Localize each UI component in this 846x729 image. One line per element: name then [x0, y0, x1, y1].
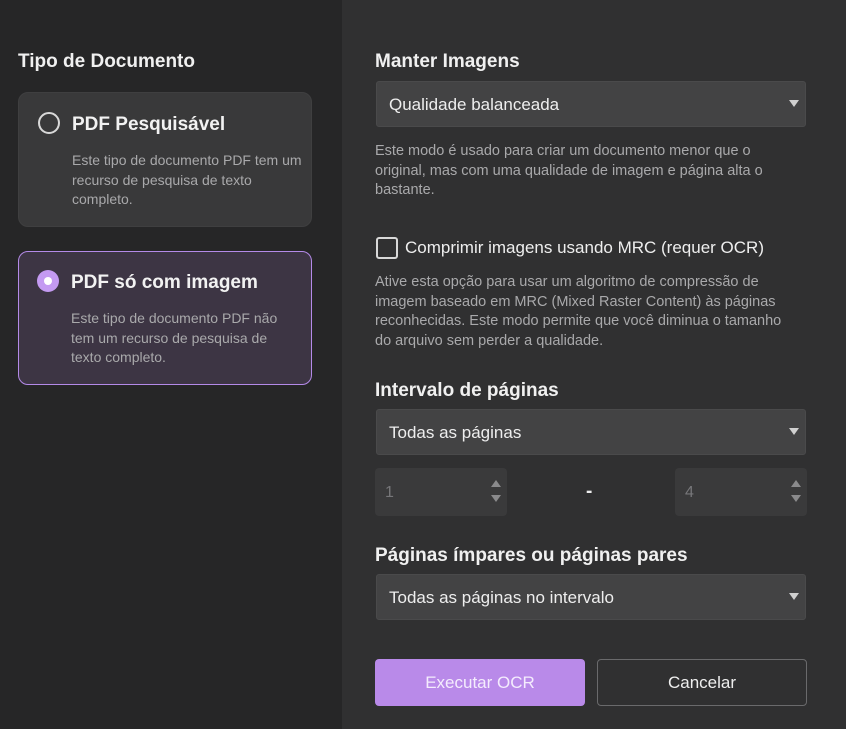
page-range-select[interactable]: Todas as páginas [376, 409, 806, 455]
image-only-pdf-title: PDF só com imagem [71, 272, 258, 293]
spin-down-icon[interactable] [491, 495, 501, 502]
searchable-pdf-option[interactable]: PDF Pesquisável Este tipo de documento P… [18, 92, 312, 227]
page-range-value: Todas as páginas [389, 423, 522, 442]
searchable-pdf-description: Este tipo de documento PDF tem um recurs… [72, 152, 302, 207]
cancel-button[interactable]: Cancelar [597, 659, 807, 706]
image-only-pdf-option[interactable]: PDF só com imagem Este tipo de documento… [18, 251, 312, 385]
dropdown-arrow-icon [789, 100, 799, 107]
keep-images-select[interactable]: Qualidade balanceada [376, 81, 806, 127]
odd-even-value: Todas as páginas no intervalo [389, 588, 614, 607]
page-range-title: Intervalo de páginas [375, 380, 559, 401]
document-type-title: Tipo de Documento [18, 51, 195, 72]
searchable-pdf-radio[interactable] [38, 112, 60, 134]
spin-down-icon[interactable] [791, 495, 801, 502]
keep-images-title: Manter Imagens [375, 51, 520, 72]
page-from-value: 1 [385, 484, 394, 501]
page-from-input[interactable]: 1 [375, 468, 507, 516]
range-separator: - [586, 481, 593, 502]
dropdown-arrow-icon [789, 428, 799, 435]
keep-images-value: Qualidade balanceada [389, 95, 560, 114]
page-to-value: 4 [685, 484, 694, 501]
page-to-input[interactable]: 4 [675, 468, 807, 516]
spin-up-icon[interactable] [791, 480, 801, 487]
dropdown-arrow-icon [789, 593, 799, 600]
document-type-panel: Tipo de Documento PDF Pesquisável Este t… [0, 0, 342, 729]
image-only-pdf-description: Este tipo de documento PDF não tem um re… [71, 310, 278, 365]
mrc-checkbox-label[interactable]: Comprimir imagens usando MRC (requer OCR… [405, 238, 764, 258]
mrc-description: Ative esta opção para usar um algoritmo … [375, 274, 782, 349]
keep-images-description: Este modo é usado para criar um document… [375, 143, 763, 199]
searchable-pdf-title: PDF Pesquisável [72, 114, 226, 135]
run-ocr-button[interactable]: Executar OCR [375, 659, 585, 706]
odd-even-select[interactable]: Todas as páginas no intervalo [376, 574, 806, 620]
spin-up-icon[interactable] [491, 480, 501, 487]
odd-even-title: Páginas ímpares ou páginas pares [375, 545, 688, 566]
image-only-pdf-radio[interactable] [37, 270, 59, 292]
mrc-checkbox[interactable] [376, 237, 398, 259]
